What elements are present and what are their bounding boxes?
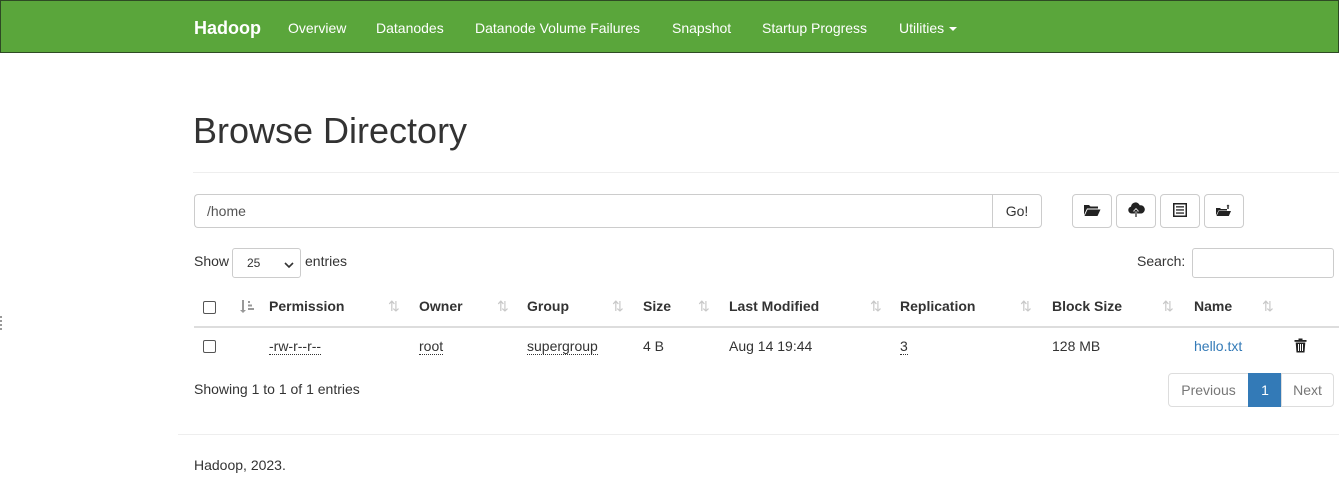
table-info: Showing 1 to 1 of 1 entries bbox=[194, 381, 360, 397]
brand-link[interactable]: Hadoop bbox=[194, 1, 261, 52]
next-page-button[interactable]: Next bbox=[1281, 373, 1334, 407]
page-length-select[interactable]: 25 bbox=[232, 248, 301, 278]
group-cell[interactable]: supergroup bbox=[527, 338, 598, 355]
go-button[interactable]: Go! bbox=[992, 194, 1042, 228]
nav-snapshot[interactable]: Snapshot bbox=[672, 1, 731, 52]
last-modified-cell: Aug 14 19:44 bbox=[729, 338, 813, 354]
list-view-button[interactable] bbox=[1160, 194, 1200, 228]
column-header-name[interactable]: Name bbox=[1194, 298, 1232, 314]
open-folder-button[interactable] bbox=[1072, 194, 1112, 228]
column-header-group[interactable]: Group bbox=[527, 298, 569, 314]
nav-datanodes[interactable]: Datanodes bbox=[376, 1, 444, 52]
column-header-replication[interactable]: Replication bbox=[900, 298, 975, 314]
select-all-checkbox[interactable] bbox=[203, 301, 216, 314]
caret-down-icon bbox=[949, 27, 958, 32]
folder-open-icon bbox=[1083, 203, 1101, 220]
sort-icon[interactable]: ⇅ bbox=[388, 298, 400, 315]
nav-utilities-label: Utilities bbox=[899, 20, 945, 36]
nav-datanode-volume-failures[interactable]: Datanode Volume Failures bbox=[475, 1, 640, 52]
top-navbar: Hadoop Overview Datanodes Datanode Volum… bbox=[0, 0, 1339, 53]
permission-cell[interactable]: -rw-r--r-- bbox=[269, 338, 322, 355]
column-header-owner[interactable]: Owner bbox=[419, 298, 463, 314]
owner-cell[interactable]: root bbox=[419, 338, 444, 355]
replication-cell[interactable]: 3 bbox=[900, 338, 908, 355]
table-header-divider bbox=[194, 326, 1339, 328]
column-header-size[interactable]: Size bbox=[643, 298, 671, 314]
create-directory-button[interactable] bbox=[1204, 194, 1244, 228]
sort-icon[interactable]: ⇅ bbox=[497, 298, 509, 315]
upload-files-button[interactable] bbox=[1116, 194, 1156, 228]
page-length-value: 25 bbox=[247, 256, 261, 270]
size-cell: 4 B bbox=[643, 338, 665, 354]
trash-icon[interactable] bbox=[1294, 338, 1307, 356]
sort-icon[interactable]: ⇅ bbox=[1020, 298, 1032, 315]
list-alt-icon bbox=[1173, 202, 1187, 220]
edge-handle bbox=[0, 316, 5, 330]
page-title: Browse Directory bbox=[193, 110, 468, 151]
sort-order-icon[interactable] bbox=[239, 298, 255, 317]
chevron-down-icon bbox=[284, 258, 294, 272]
divider bbox=[193, 172, 1339, 173]
nav-startup-progress[interactable]: Startup Progress bbox=[762, 1, 867, 52]
footer-text: Hadoop, 2023. bbox=[194, 457, 286, 473]
column-header-block-size[interactable]: Block Size bbox=[1052, 298, 1122, 314]
row-checkbox[interactable] bbox=[203, 340, 216, 353]
sort-icon[interactable]: ⇅ bbox=[698, 298, 710, 315]
search-input[interactable] bbox=[1192, 248, 1334, 278]
column-header-last-modified[interactable]: Last Modified bbox=[729, 298, 819, 314]
sort-icon[interactable]: ⇅ bbox=[1162, 298, 1174, 315]
previous-page-button[interactable]: Previous bbox=[1168, 373, 1249, 407]
footer-divider bbox=[178, 434, 1339, 435]
create-folder-icon bbox=[1215, 203, 1233, 220]
block-size-cell: 128 MB bbox=[1052, 338, 1101, 354]
search-label: Search: bbox=[1137, 253, 1186, 269]
directory-path-input[interactable] bbox=[194, 194, 993, 228]
nav-utilities-dropdown[interactable]: Utilities bbox=[899, 1, 958, 52]
sort-icon[interactable]: ⇅ bbox=[612, 298, 624, 315]
sort-icon[interactable]: ⇅ bbox=[1262, 298, 1274, 315]
cloud-upload-icon bbox=[1127, 201, 1145, 221]
show-label: Show bbox=[194, 253, 230, 269]
entries-label: entries bbox=[305, 253, 348, 269]
column-header-permission[interactable]: Permission bbox=[269, 298, 344, 314]
nav-overview[interactable]: Overview bbox=[288, 1, 346, 52]
sort-icon[interactable]: ⇅ bbox=[870, 298, 882, 315]
page-1-button[interactable]: 1 bbox=[1248, 373, 1282, 407]
file-name-link[interactable]: hello.txt bbox=[1194, 338, 1242, 354]
